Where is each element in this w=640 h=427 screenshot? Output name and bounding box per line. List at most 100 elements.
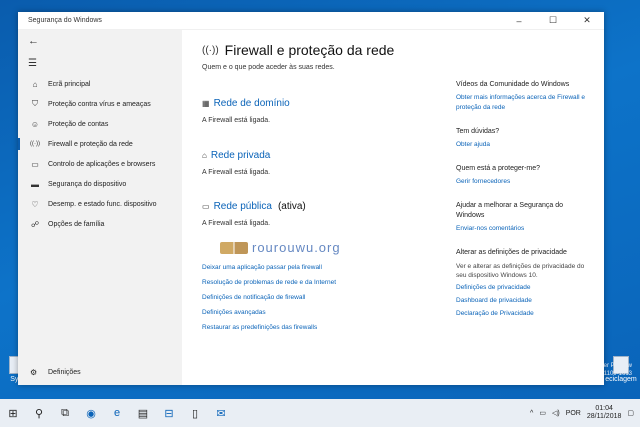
sidebar-item-label: Desemp. e estado func. dispositivo	[48, 200, 157, 208]
security-window: Segurança do Windows – ☐ ✕ ← ☰ ⌂ Ecrã pri…	[18, 12, 604, 385]
section-heading: Quem está a proteger-me?	[456, 165, 541, 172]
network-status: A Firewall está ligada.	[202, 220, 271, 227]
sidebar-item-account-protection[interactable]: ☺ Proteção de contas	[18, 114, 182, 134]
language-indicator[interactable]: POR	[566, 410, 581, 417]
file-explorer-icon[interactable]: ▤	[130, 399, 156, 427]
clock-time: 01:04	[595, 405, 613, 412]
close-button[interactable]: ✕	[570, 15, 604, 26]
sidebar-item-home[interactable]: ⌂ Ecrã principal	[18, 74, 182, 94]
menu-button[interactable]: ☰	[18, 52, 182, 74]
send-feedback-link[interactable]: Enviar-nos comentários	[456, 224, 592, 234]
edge-icon[interactable]: e	[104, 399, 130, 427]
right-panel: Vídeos da Comunidade do Windows Obter ma…	[456, 80, 592, 333]
phone-icon[interactable]: ▯	[182, 399, 208, 427]
page-title: ((·)) Firewall e proteção da rede	[202, 42, 394, 58]
sidebar-item-label: Controlo de aplicações e browsers	[48, 160, 156, 168]
sidebar-item-app-browser-control[interactable]: ▭ Controlo de aplicações e browsers	[18, 154, 182, 174]
window-title: Segurança do Windows	[28, 17, 102, 24]
start-button[interactable]: ⊞	[0, 399, 26, 427]
notification-settings-link[interactable]: Definições de notificação de firewall	[202, 290, 336, 305]
private-network-icon: ⌂	[202, 151, 207, 160]
sidebar-item-firewall[interactable]: ((·)) Firewall e proteção da rede	[18, 134, 182, 154]
sidebar-item-device-security[interactable]: ▬ Segurança do dispositivo	[18, 174, 182, 194]
laptop-icon: ▬	[31, 179, 39, 189]
network-status: A Firewall está ligada.	[202, 169, 271, 176]
watermark-overlay: rourouwu.org	[220, 240, 341, 255]
notifications-icon[interactable]: ▢	[627, 409, 634, 417]
section-heading: Ajudar a melhorar a Segurança do Windows	[456, 202, 564, 219]
restore-defaults-link[interactable]: Restaurar as predefinições das firewalls	[202, 320, 336, 335]
domain-network-link[interactable]: ▦ Rede de domínio	[202, 98, 290, 109]
section-heading: Vídeos da Comunidade do Windows	[456, 81, 570, 88]
section-heading: Alterar as definições de privacidade	[456, 249, 567, 256]
firewall-links: Deixar uma aplicação passar pela firewal…	[202, 260, 336, 335]
sidebar-item-label: Proteção de contas	[48, 120, 109, 128]
videos-section: Vídeos da Comunidade do Windows Obter ma…	[456, 80, 592, 113]
manage-providers-link[interactable]: Gerir fornecedores	[456, 177, 592, 187]
sidebar-item-settings[interactable]: ⚙ Definições	[30, 368, 81, 377]
minimize-button[interactable]: –	[502, 16, 536, 26]
page-title-text: Firewall e proteção da rede	[224, 42, 395, 58]
privacy-statement-link[interactable]: Declaração de Privacidade	[456, 309, 592, 319]
sidebar-item-device-performance[interactable]: ♡ Desemp. e estado func. dispositivo	[18, 194, 182, 214]
sidebar-item-family-options[interactable]: ☍ Opções de família	[18, 214, 182, 234]
clock-date: 28/11/2018	[586, 413, 622, 420]
network-name: Rede de domínio	[213, 98, 290, 109]
settings-label: Definições	[48, 369, 81, 376]
get-help-link[interactable]: Obter ajuda	[456, 140, 592, 150]
privacy-dashboard-link[interactable]: Dashboard de privacidade	[456, 296, 592, 306]
domain-network-icon: ▦	[202, 99, 210, 108]
wifi-signal-icon: ((·))	[202, 44, 219, 56]
allow-app-link[interactable]: Deixar uma aplicação passar pela firewal…	[202, 260, 336, 275]
privacy-section: Alterar as definições de privacidade Ver…	[456, 248, 592, 319]
private-network-section: ⌂ Rede privada A Firewall está ligada.	[202, 150, 270, 176]
domain-network-section: ▦ Rede de domínio A Firewall está ligada…	[202, 98, 290, 124]
privacy-settings-link[interactable]: Definições de privacidade	[456, 283, 592, 293]
system-tray: ^ ▭ ◁) POR 01:04 28/11/2018 ▢	[530, 399, 640, 427]
sidebar-item-virus-protection[interactable]: ⛉ Proteção contra vírus e ameaças	[18, 94, 182, 114]
main-content: ((·)) Firewall e proteção da rede Quem e…	[182, 30, 604, 385]
hamburger-icon: ☰	[28, 57, 37, 69]
taskbar: ⊞ ⚲ ⧉ ◉ e ▤ ⊟ ▯ ✉ ^ ▭ ◁) POR 01:04 28/11…	[0, 399, 640, 427]
public-network-link[interactable]: ▭ Rede pública (ativa)	[202, 201, 306, 212]
improve-section: Ajudar a melhorar a Segurança do Windows…	[456, 201, 592, 234]
heart-icon: ♡	[31, 199, 39, 209]
title-bar[interactable]: Segurança do Windows – ☐ ✕	[18, 12, 604, 30]
protecting-section: Quem está a proteger-me? Gerir fornecedo…	[456, 164, 592, 187]
shield-icon: ⛉	[32, 99, 38, 108]
person-icon: ☺	[30, 119, 40, 129]
sidebar-item-label: Proteção contra vírus e ameaças	[48, 100, 151, 108]
volume-icon[interactable]: ◁)	[552, 409, 560, 417]
clock[interactable]: 01:04 28/11/2018	[587, 405, 622, 421]
home-icon: ⌂	[32, 79, 38, 89]
advanced-settings-link[interactable]: Definições avançadas	[202, 305, 336, 320]
task-view-icon[interactable]: ⧉	[52, 399, 78, 427]
family-icon: ☍	[30, 219, 40, 229]
search-icon[interactable]: ⚲	[26, 399, 52, 427]
mail-icon[interactable]: ✉	[208, 399, 234, 427]
network-name: Rede privada	[210, 150, 271, 161]
network-icon[interactable]: ▭	[539, 409, 546, 417]
public-network-section: ▭ Rede pública (ativa) A Firewall está l…	[202, 201, 306, 227]
troubleshoot-link[interactable]: Resolução de problemas de rede e da Inte…	[202, 275, 336, 290]
private-network-link[interactable]: ⌂ Rede privada	[202, 150, 270, 161]
page-subtitle: Quem e o que pode aceder às suas redes.	[202, 64, 335, 71]
store-icon[interactable]: ⊟	[156, 399, 182, 427]
app-window-icon: ▭	[31, 159, 39, 169]
network-name: Rede pública	[213, 201, 272, 212]
book-icon	[220, 241, 248, 254]
sidebar-item-label: Ecrã principal	[48, 80, 91, 88]
videos-link[interactable]: Obter mais informações acerca de Firewal…	[456, 93, 592, 113]
network-status: A Firewall está ligada.	[202, 117, 271, 124]
public-network-icon: ▭	[202, 202, 210, 211]
back-button[interactable]: ←	[18, 30, 182, 52]
sidebar-item-label: Opções de família	[48, 220, 105, 228]
maximize-button[interactable]: ☐	[536, 15, 570, 26]
section-heading: Tem dúvidas?	[456, 128, 500, 135]
wifi-signal-icon: ((·))	[30, 141, 40, 147]
active-badge: (ativa)	[277, 201, 306, 212]
gear-icon: ⚙	[30, 368, 38, 377]
sidebar-item-label: Firewall e proteção da rede	[48, 140, 133, 148]
chrome-icon[interactable]: ◉	[78, 399, 104, 427]
tray-chevron-icon[interactable]: ^	[530, 410, 533, 417]
